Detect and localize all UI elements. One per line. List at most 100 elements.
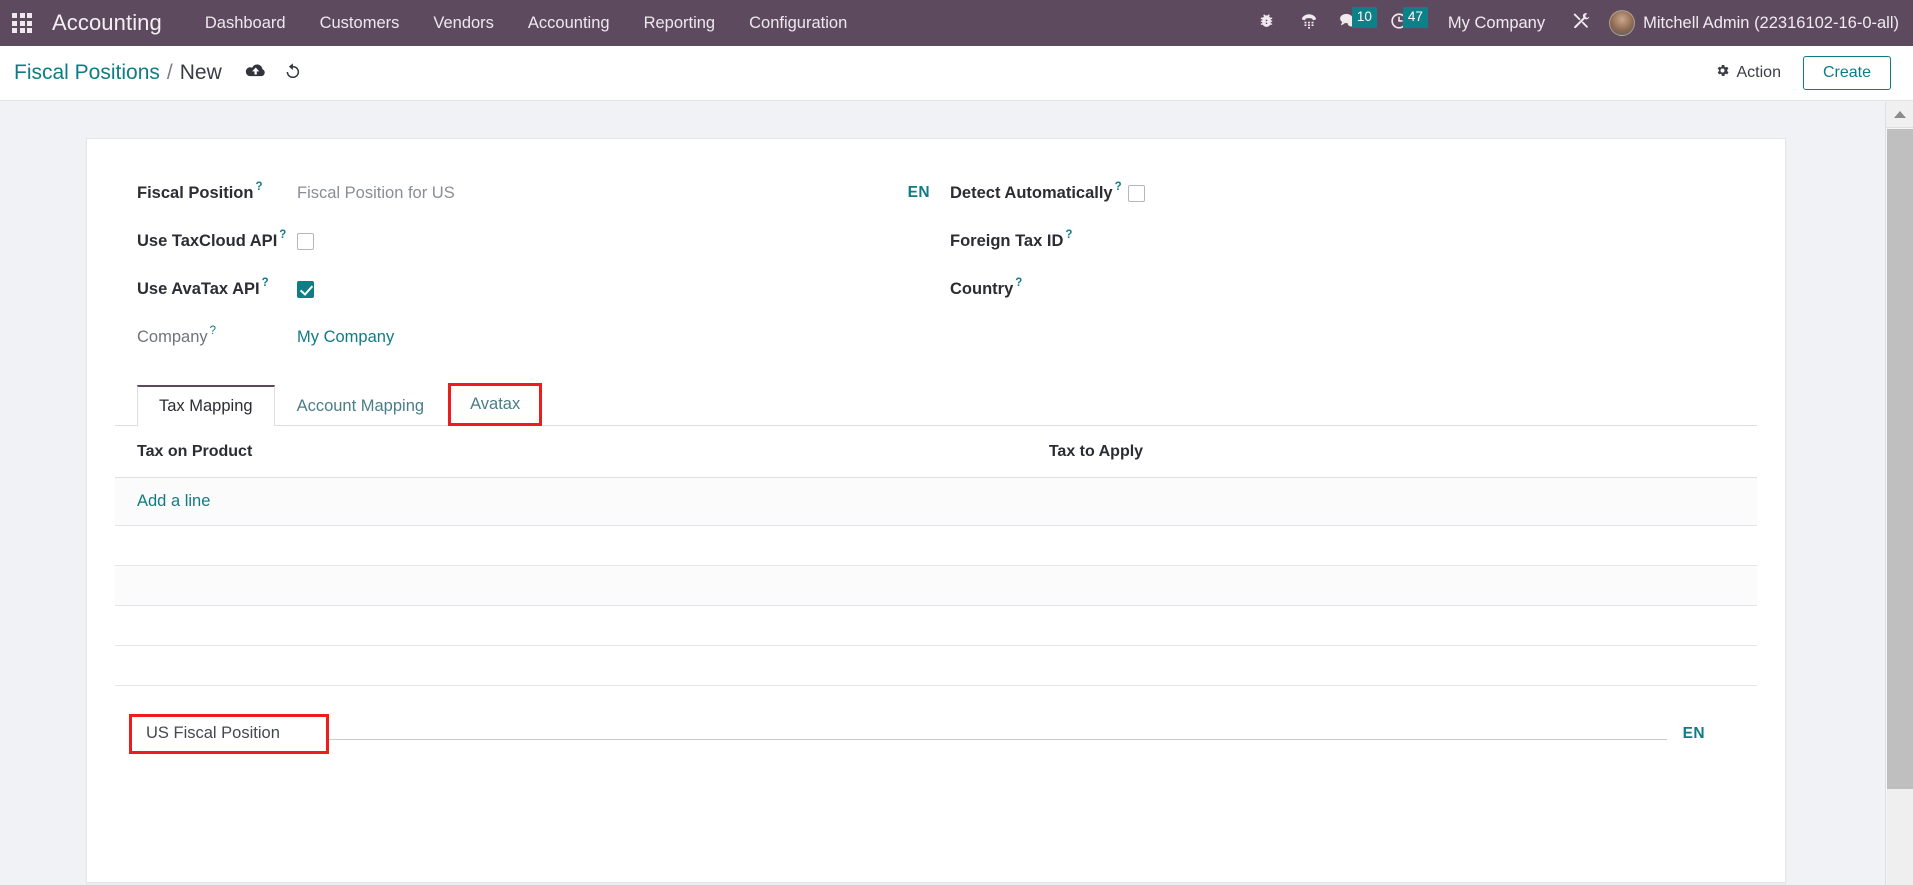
user-menu[interactable]: Mitchell Admin (22316102-16-0-all) — [1601, 10, 1899, 36]
app-brand-accounting[interactable]: Accounting — [44, 10, 188, 36]
breadcrumb: Fiscal Positions / New — [14, 61, 302, 85]
column-tax-on-product[interactable]: Tax on Product — [115, 426, 377, 478]
checkbox-use-taxcloud-api[interactable] — [297, 232, 314, 250]
table-body: Add a line — [115, 477, 1757, 686]
tooltip-icon[interactable]: ? — [262, 277, 269, 290]
menu-reporting[interactable]: Reporting — [627, 0, 733, 46]
add-a-line-button[interactable]: Add a line — [137, 492, 210, 510]
tooltip-icon[interactable]: ? — [1115, 181, 1122, 194]
tax-mapping-table: Tax on Product Tax to Apply Add a line — [115, 426, 1757, 686]
field-row-fiscal-position: Fiscal Position ? Fiscal Position for US… — [137, 169, 936, 217]
apps-menu-button[interactable] — [0, 0, 44, 46]
messages-count-badge: 10 — [1351, 7, 1377, 28]
label-detect-automatically: Detect Automatically ? — [950, 180, 1122, 202]
activities-count-badge: 47 — [1402, 7, 1428, 28]
menu-accounting[interactable]: Accounting — [511, 0, 627, 46]
activities-button[interactable]: 47 — [1381, 0, 1432, 46]
breadcrumb-fiscal-positions[interactable]: Fiscal Positions — [14, 61, 160, 85]
add-line-cell: Add a line — [115, 477, 1757, 526]
form-sheet: Fiscal Position ? Fiscal Position for US… — [86, 138, 1786, 883]
developer-tools-button[interactable] — [1559, 0, 1601, 46]
breadcrumb-separator: / — [166, 61, 173, 84]
form-inner: Fiscal Position ? Fiscal Position for US… — [87, 139, 1785, 754]
menu-vendors[interactable]: Vendors — [416, 0, 511, 46]
input-wrap-company: My Company — [297, 328, 936, 347]
field-row-use-taxcloud-api: Use TaxCloud API ? — [137, 217, 936, 265]
field-row-use-avatax-api: Use AvaTax API ? — [137, 265, 936, 313]
messages-button[interactable]: 10 — [1330, 0, 1381, 46]
voip-button[interactable] — [1288, 0, 1330, 46]
triangle-up-icon — [1893, 111, 1906, 118]
table-empty-row — [115, 645, 1757, 686]
gear-icon — [1715, 63, 1730, 83]
tooltip-icon[interactable]: ? — [279, 229, 286, 242]
column-tax-to-apply[interactable]: Tax to Apply — [376, 426, 1757, 478]
avatar — [1609, 10, 1636, 36]
field-underline — [329, 739, 1667, 740]
input-wrap-use-taxcloud-api — [297, 232, 936, 250]
tooltip-icon[interactable]: ? — [1065, 229, 1072, 242]
form-group-left: Fiscal Position ? Fiscal Position for US… — [115, 169, 936, 361]
field-row-company: Company ? My Company — [137, 313, 936, 361]
checkbox-use-avatax-api[interactable] — [297, 280, 314, 298]
notebook: Tax Mapping Account Mapping Avatax Tax o… — [115, 383, 1757, 754]
table-header: Tax on Product Tax to Apply — [115, 426, 1757, 478]
input-wrap-fiscal-position: Fiscal Position for US — [297, 184, 866, 203]
main-content-area: Fiscal Position ? Fiscal Position for US… — [0, 102, 1885, 885]
control-panel: Fiscal Positions / New Action Create — [0, 46, 1913, 101]
us-fiscal-position-input-annotated[interactable]: US Fiscal Position — [129, 714, 329, 754]
tooltip-icon[interactable]: ? — [1015, 277, 1022, 290]
debug-menu-button[interactable] — [1246, 0, 1288, 46]
tab-tax-mapping[interactable]: Tax Mapping — [137, 385, 275, 426]
field-row-foreign-tax-id: Foreign Tax ID ? — [950, 217, 1757, 265]
notebook-tabs: Tax Mapping Account Mapping Avatax — [115, 383, 1757, 426]
input-wrap-detect-automatically — [1128, 184, 1757, 202]
bottom-translatable-field: US Fiscal Position EN — [115, 686, 1757, 754]
menu-customers[interactable]: Customers — [303, 0, 417, 46]
checkbox-detect-automatically[interactable] — [1128, 184, 1145, 202]
tooltip-icon[interactable]: ? — [210, 325, 216, 338]
breadcrumb-current-new: New — [179, 61, 222, 84]
record-actions — [245, 62, 302, 85]
language-badge-en[interactable]: EN — [908, 184, 930, 202]
add-line-row: Add a line — [115, 477, 1757, 526]
menu-dashboard[interactable]: Dashboard — [188, 0, 303, 46]
table-empty-row — [115, 565, 1757, 606]
tooltip-icon[interactable]: ? — [255, 181, 262, 194]
wrench-screwdriver-icon — [1571, 11, 1590, 35]
action-button-label: Action — [1736, 64, 1781, 81]
cloud-upload-icon — [245, 63, 267, 84]
field-row-country: Country ? — [950, 265, 1757, 313]
save-record-button[interactable] — [245, 63, 267, 84]
bottom-language-badge-en[interactable]: EN — [1667, 725, 1757, 743]
form-field-groups: Fiscal Position ? Fiscal Position for US… — [115, 169, 1757, 361]
label-use-taxcloud-api: Use TaxCloud API ? — [137, 228, 287, 250]
tab-account-mapping[interactable]: Account Mapping — [275, 385, 447, 426]
discard-record-button[interactable] — [283, 62, 302, 85]
us-fiscal-position-value: US Fiscal Position — [146, 724, 280, 742]
create-button[interactable]: Create — [1802, 56, 1891, 90]
phone-dialpad-icon — [1300, 12, 1318, 35]
form-sheet-wrapper: Fiscal Position ? Fiscal Position for US… — [0, 102, 1885, 883]
main-menu: Dashboard Customers Vendors Accounting R… — [188, 0, 864, 46]
label-use-avatax-api: Use AvaTax API ? — [137, 276, 269, 298]
label-fiscal-position: Fiscal Position ? — [137, 180, 263, 202]
scrollbar-thumb[interactable] — [1887, 129, 1913, 789]
label-country: Country ? — [950, 276, 1023, 298]
bug-icon — [1258, 12, 1275, 34]
company-value-link[interactable]: My Company — [297, 328, 394, 347]
control-panel-right: Action Create — [1711, 56, 1891, 90]
vertical-scrollbar[interactable] — [1885, 102, 1913, 885]
fiscal-position-input[interactable]: Fiscal Position for US — [297, 184, 455, 203]
top-navbar: Accounting Dashboard Customers Vendors A… — [0, 0, 1913, 46]
scrollbar-track[interactable] — [1887, 789, 1913, 885]
company-switcher[interactable]: My Company — [1432, 14, 1559, 33]
grid-apps-icon — [12, 13, 32, 33]
tab-avatax[interactable]: Avatax — [448, 383, 543, 426]
action-button[interactable]: Action — [1711, 58, 1785, 88]
menu-configuration[interactable]: Configuration — [732, 0, 864, 46]
field-row-detect-automatically: Detect Automatically ? — [950, 169, 1757, 217]
undo-icon — [283, 62, 302, 85]
scroll-up-button[interactable] — [1886, 102, 1913, 128]
input-wrap-use-avatax-api — [297, 280, 936, 298]
